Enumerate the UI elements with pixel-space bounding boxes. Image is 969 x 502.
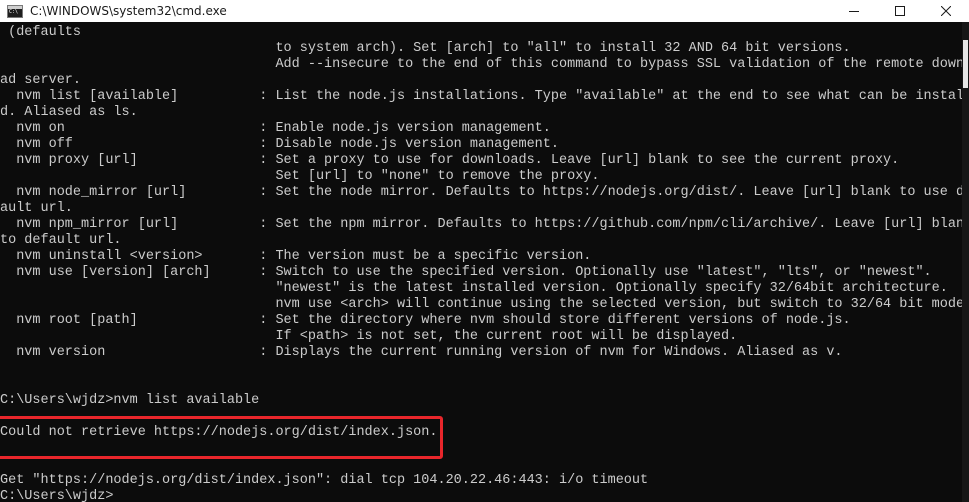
console-line: to default url. <box>0 233 122 248</box>
console-line: ault url. <box>0 201 73 216</box>
console-line: nvm off : Disable node.js version manage… <box>0 137 559 152</box>
console-line: nvm uninstall <version> : The version mu… <box>0 249 592 264</box>
maximize-button[interactable] <box>877 0 923 22</box>
console-line: to system arch). Set [arch] to "all" to … <box>0 41 851 56</box>
console-line: nvm use <arch> will continue using the s… <box>0 297 962 312</box>
console-line: nvm on : Enable node.js version manageme… <box>0 121 551 136</box>
scrollbar-thumb[interactable] <box>963 40 968 88</box>
console-line: nvm npm_mirror [url] : Set the npm mirro… <box>0 217 962 232</box>
window-title: C:\WINDOWS\system32\cmd.exe <box>30 4 227 18</box>
console-line: Could not retrieve https://nodejs.org/di… <box>0 425 438 440</box>
console-line: C:\Users\wjdz>nvm list available <box>0 393 260 408</box>
minimize-icon <box>849 11 859 12</box>
console-line: nvm list [available] : List the node.js … <box>0 89 962 104</box>
console-line: ad server. <box>0 73 82 88</box>
minimize-button[interactable] <box>831 0 877 22</box>
console-line: nvm node_mirror [url] : Set the node mir… <box>0 185 962 200</box>
close-icon <box>941 6 951 16</box>
cmd-window: C:\WINDOWS\system32\cmd.exe (defaults <box>0 0 969 502</box>
console-line: Set [url] to "none" to remove the proxy. <box>0 169 600 184</box>
window-controls <box>831 0 969 22</box>
console-line: nvm root [path] : Set the directory wher… <box>0 313 851 328</box>
console-line: Get "https://nodejs.org/dist/index.json"… <box>0 473 649 488</box>
console-line: nvm proxy [url] : Set a proxy to use for… <box>0 153 900 168</box>
console-line: If <path> is not set, the current root w… <box>0 329 738 344</box>
console-line: nvm use [version] [arch] : Switch to use… <box>0 265 932 280</box>
vertical-scrollbar[interactable] <box>962 22 969 502</box>
console-line: nvm version : Displays the current runni… <box>0 345 843 360</box>
maximize-icon <box>895 6 905 16</box>
console-line: d. Aliased as ls. <box>0 105 138 120</box>
console-line: "newest" is the latest installed version… <box>0 281 948 296</box>
cmd-icon[interactable] <box>7 4 23 18</box>
title-bar[interactable]: C:\WINDOWS\system32\cmd.exe <box>0 0 969 22</box>
close-button[interactable] <box>923 0 969 22</box>
console-line: C:\Users\wjdz> <box>0 489 114 502</box>
console-line: Add --insecure to the end of this comman… <box>0 57 962 72</box>
console-line: (defaults <box>0 25 82 40</box>
console-output[interactable]: (defaults to system arch). Set [arch] to… <box>0 25 962 502</box>
